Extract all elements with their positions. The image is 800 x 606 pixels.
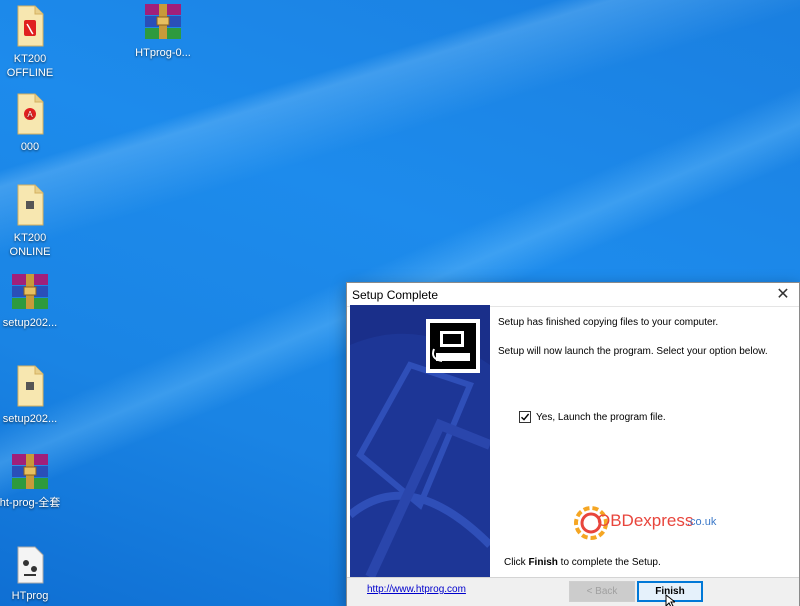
back-button[interactable]: < Back [569,581,635,602]
checkmark-icon [521,413,530,421]
icon-label: ht-prog-全套 [0,497,61,509]
document-icon [17,184,44,226]
winrar-archive-icon [145,4,181,39]
watermark-brand: OBDexpress [597,511,694,530]
desktop-icon-ht-prog-bundle[interactable]: ht-prog-全套 [0,452,65,510]
icon-label: 000 [20,141,40,153]
finish-instruction-prefix: Click [504,557,529,568]
wizard-banner-graphic [350,305,490,577]
icon-label: KT200 ONLINE [9,232,51,258]
svg-text:A: A [27,110,33,119]
icon-label: HTprog-0... [135,47,191,59]
desktop-icon-kt200-offline[interactable]: KT200 OFFLINE [0,4,65,80]
message-launch-program: Setup will now launch the program. Selec… [498,346,768,357]
dialog-titlebar[interactable]: Setup Complete ✕ [347,283,799,307]
mouse-cursor-icon [665,594,675,606]
htprog-website-link[interactable]: http://www.htprog.com [367,584,466,595]
launch-program-checkbox[interactable] [519,411,531,423]
pdf-icon: A [17,93,44,135]
desktop-icon-setup-archive[interactable]: setup202... [0,272,65,330]
wizard-side-banner [350,305,490,577]
winrar-archive-icon [12,454,48,489]
pdf-icon [17,5,44,47]
desktop-icon-000[interactable]: A 000 [0,92,65,154]
winrar-archive-icon [12,274,48,309]
icon-label: KT200 OFFLINE [6,53,54,79]
desktop-icon-htprog-app[interactable]: HTprog [0,545,65,603]
desktop-icon-setup-file[interactable]: setup202... [0,364,65,426]
launch-program-label: Yes, Launch the program file. [536,411,666,423]
dialog-footer: http://www.htprog.com < Back Finish [347,577,799,606]
dialog-title: Setup Complete [352,288,439,302]
document-icon [17,365,44,407]
desktop-icon-htprog-archive[interactable]: HTprog-0... [128,2,198,60]
setup-complete-dialog: Setup Complete ✕ Setup has finished copy… [346,282,800,606]
finish-instruction-bold: Finish [528,557,558,568]
app-file-icon [17,546,44,584]
desktop-icon-kt200-online[interactable]: KT200 ONLINE [0,183,65,259]
icon-label: HTprog [11,590,49,602]
close-button[interactable]: ✕ [773,285,793,305]
dialog-content: Setup has finished copying files to your… [493,307,799,577]
launch-program-option[interactable]: Yes, Launch the program file. [519,411,666,423]
obdexpress-watermark: OBDexpress .co.uk [571,503,721,547]
finish-instruction-suffix: to complete the Setup. [557,557,661,568]
watermark-domain: .co.uk [687,516,717,528]
icon-label: setup202... [2,413,58,425]
message-copy-finished: Setup has finished copying files to your… [498,317,719,328]
icon-label: setup202... [2,317,58,329]
finish-instruction: Click Finish to complete the Setup. [504,557,661,568]
